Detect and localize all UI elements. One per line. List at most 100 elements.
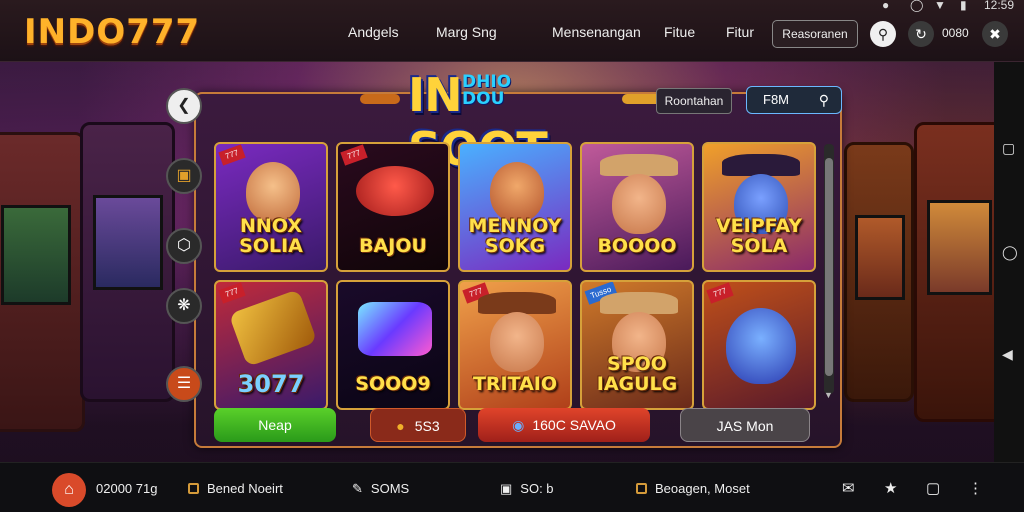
status-sync-icon: ● (882, 0, 890, 12)
character-portrait (490, 312, 544, 372)
home-icon[interactable]: ⌂ (52, 473, 86, 507)
bottom-item-bened[interactable]: Bened Noeirt (188, 481, 283, 496)
puzzle-icon[interactable]: ★ (884, 479, 897, 497)
nav-item-andgels[interactable]: Andgels (348, 24, 399, 40)
counter-value: 0080 (942, 26, 969, 40)
game-tile[interactable]: 777 3077 (214, 280, 328, 410)
scrollbar-thumb[interactable] (825, 158, 833, 376)
shield-icon[interactable]: ⬡ (166, 228, 202, 264)
recent-apps-icon[interactable]: ▢ (1002, 140, 1015, 157)
square-icon (636, 483, 647, 494)
settings-icon[interactable]: ❋ (166, 288, 202, 324)
arcade-screen (93, 195, 163, 290)
arcade-machine-left-2 (80, 122, 175, 402)
game-grid: 777 NNOX SOLIA 777 BAJOU MENNOY SOKG BOOOO… (214, 142, 820, 410)
arcade-screen (1, 205, 71, 305)
coin-balance-value: 5S3 (414, 418, 440, 434)
window-icon[interactable]: ▢ (926, 479, 940, 497)
coin-icon: ● (396, 418, 405, 434)
game-tile[interactable]: 777 TRITAIO (458, 280, 572, 410)
title-small-text: DHIO DOU (462, 74, 532, 108)
slot-reel-icon (356, 166, 434, 216)
tile-badge: 777 (218, 144, 246, 166)
title-prefix: IN (408, 68, 463, 122)
gray-action-button[interactable]: JAS Mon (680, 408, 810, 442)
game-tile[interactable]: SOOO9 (336, 280, 450, 410)
game-tile[interactable]: 777 (702, 280, 816, 410)
tile-title: VEIPFAY SOLA (715, 215, 803, 257)
arcade-machine-right (844, 142, 914, 402)
top-navigation-bar: INDO777 Andgels Marg Sng Mensenangan Fit… (0, 0, 1024, 62)
game-tile[interactable]: MENNOY SOKG (458, 142, 572, 272)
sword-graphic (228, 289, 318, 367)
search-icon[interactable]: ⚲ (870, 21, 896, 47)
tile-title: NNOX SOLIA (239, 215, 303, 257)
green-action-button[interactable]: Neap (214, 408, 336, 442)
arcade-screen (855, 215, 905, 300)
character-portrait (612, 174, 666, 234)
bottom-item-beoagen[interactable]: Beoagen, Moset (636, 481, 750, 496)
edit-icon: ✎ (352, 481, 363, 496)
nav-item-mensenangan[interactable]: Mensenangan (552, 24, 641, 40)
arcade-machine-right-2 (914, 122, 1004, 422)
back-triangle-icon[interactable]: ◀ (1002, 346, 1013, 363)
game-title-banner: INSOOT DHIO DOU (360, 64, 662, 176)
red-action-label: 160C SAVAO (532, 417, 616, 433)
game-tile[interactable]: Tusso SPOO IAGULG (580, 280, 694, 410)
globe-icon: ◉ (512, 417, 525, 433)
nav-item-fitue[interactable]: Fitue (664, 24, 695, 40)
gift-icon[interactable]: ▣ (166, 158, 202, 194)
character-portrait (490, 162, 544, 222)
nav-item-fitur[interactable]: Fitur (726, 24, 754, 40)
bottom-item-balance[interactable]: 02000 71g (96, 481, 157, 496)
tile-badge: 777 (706, 282, 734, 304)
character-portrait (246, 162, 300, 222)
reasoranen-button[interactable]: Reasoranen (772, 20, 858, 48)
document-icon[interactable]: ☰ (166, 366, 202, 402)
tile-title: SPOO IAGULG (596, 353, 678, 395)
tools-icon[interactable]: ✖ (982, 21, 1008, 47)
title-wing-left (360, 94, 400, 104)
coin-balance-button[interactable]: ● 5S3 (370, 408, 466, 442)
status-alarm-icon: ◯ (910, 0, 924, 12)
game-tile[interactable]: VEIPFAY SOLA (702, 142, 816, 272)
back-arrow-icon[interactable]: ❮ (166, 88, 202, 124)
tile-title: BOOOO (597, 235, 677, 257)
nav-item-marg-sng[interactable]: Marg Sng (436, 24, 497, 40)
scrollbar[interactable] (824, 144, 834, 394)
tile-title: BAJOU (359, 235, 427, 257)
hat-graphic (722, 154, 800, 176)
game-tile[interactable]: BOOOO (580, 142, 694, 272)
search-input[interactable]: F8M ⚲ (746, 86, 842, 114)
home-circle-icon[interactable]: ◯ (1002, 244, 1018, 261)
hat-graphic (478, 292, 556, 314)
tile-title: MENNOY SOKG (468, 215, 562, 257)
more-options-icon[interactable]: ⋮ (968, 479, 983, 497)
title-small-line-2: DOU (462, 89, 505, 109)
search-icon[interactable]: ⚲ (819, 87, 829, 113)
status-time: 12:59 (984, 0, 1015, 12)
tile-title: SOOO9 (355, 373, 431, 395)
game-tile[interactable]: 777 BAJOU (336, 142, 450, 272)
bottom-item-soms[interactable]: ✎ SOMS (352, 481, 409, 497)
scroll-down-arrow-icon[interactable]: ▼ (824, 390, 833, 400)
chat-icon[interactable]: ✉ (842, 479, 855, 497)
tile-badge: 777 (218, 282, 246, 304)
status-battery-icon: ▮ (960, 0, 967, 12)
character-portrait (726, 308, 796, 384)
refresh-icon[interactable]: ↻ (908, 21, 934, 47)
arcade-machine-left (0, 132, 85, 432)
brand-logo[interactable]: INDO777 (24, 12, 200, 52)
game-tile[interactable]: 777 NNOX SOLIA (214, 142, 328, 272)
red-action-button[interactable]: ◉ 160C SAVAO (478, 408, 650, 442)
roontahan-button[interactable]: Roontahan (656, 88, 732, 114)
square-icon (188, 483, 199, 494)
status-wifi-icon: ▼ (934, 0, 946, 12)
bottom-item-sob[interactable]: ▣ SO: b (500, 481, 554, 497)
hat-graphic (600, 154, 678, 176)
bottom-bar: ⌂ 02000 71g Bened Noeirt ✎ SOMS ▣ SO: b Be… (0, 462, 1024, 512)
tile-badge: 777 (340, 144, 368, 166)
android-navigation-bar: ▢ ◯ ◀ (994, 62, 1024, 462)
hat-graphic (600, 292, 678, 314)
tile-title: TRITAIO (472, 373, 558, 395)
